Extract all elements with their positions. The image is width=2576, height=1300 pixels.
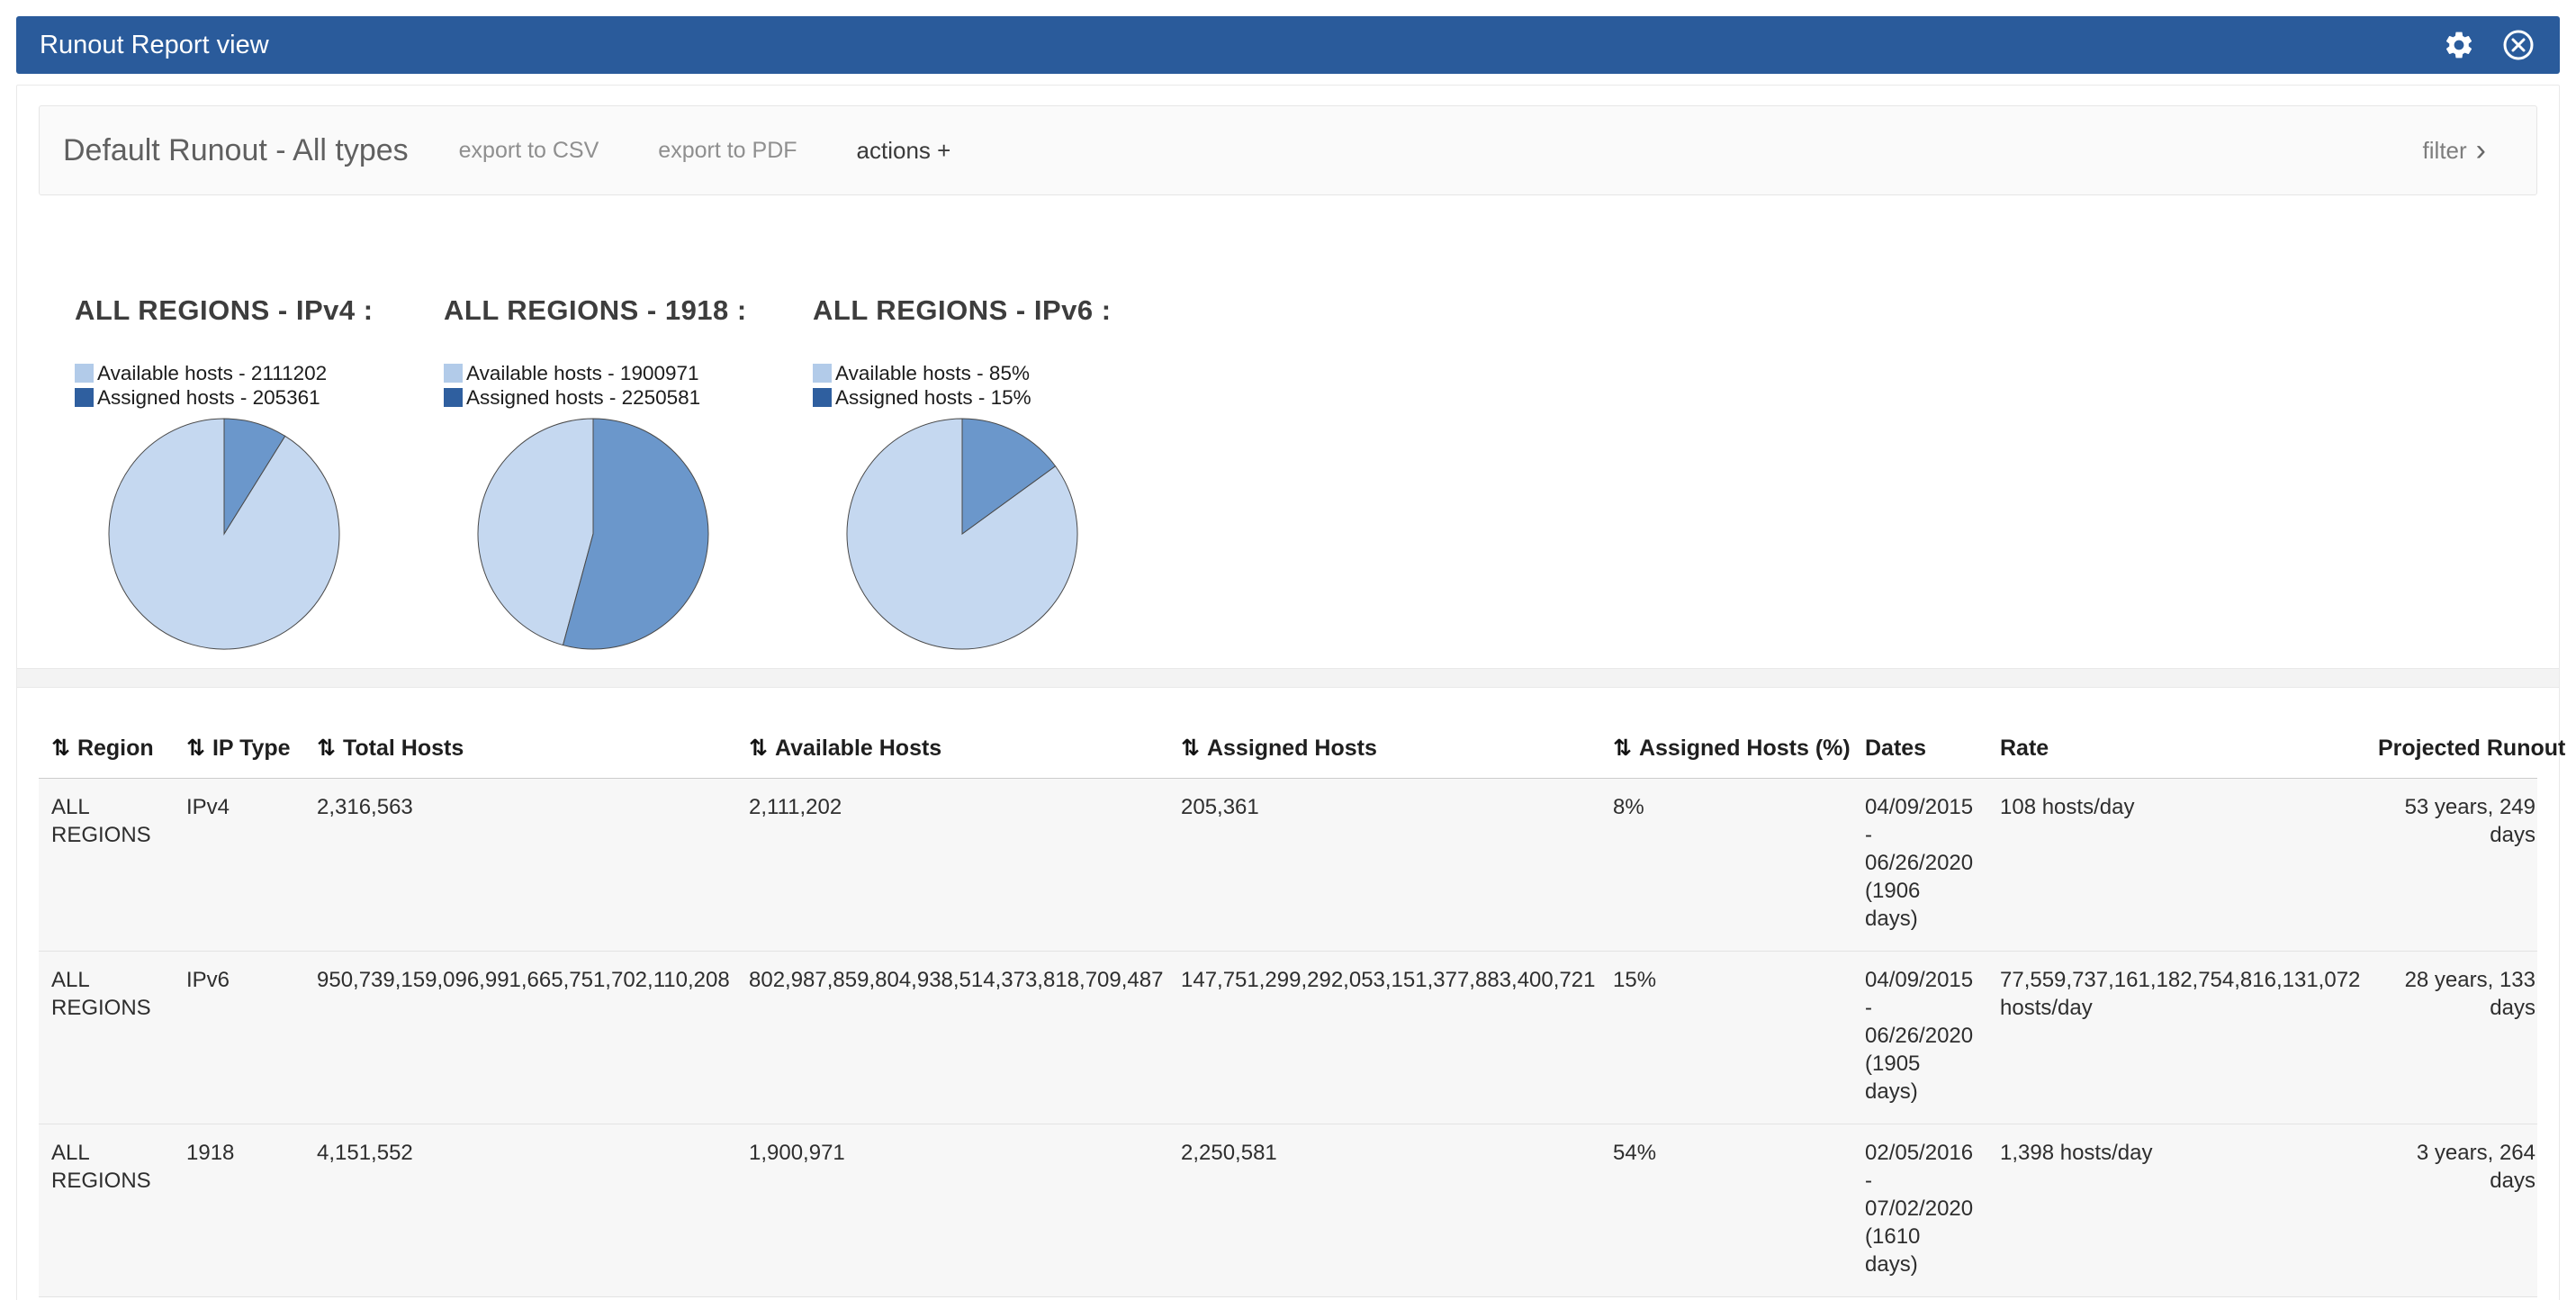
- legend-swatch-available: [444, 364, 463, 383]
- cell-region: ALL REGIONS: [39, 952, 174, 1124]
- cell-total-hosts: 2,316,563: [304, 779, 736, 952]
- cell-available-hosts: 1,900,971: [736, 1124, 1168, 1297]
- cell-available-hosts: 2,111,202: [736, 779, 1168, 952]
- legend-swatch-assigned: [813, 388, 832, 407]
- table-row: ALL REGIONS IPv4 2,316,563 2,111,202 205…: [39, 779, 2537, 952]
- content-panel: Default Runout - All types export to CSV…: [16, 85, 2560, 1300]
- legend-item: Available hosts - 1900971: [444, 361, 813, 385]
- cell-assigned-pct: 15%: [1600, 952, 1852, 1124]
- cell-region: ALL REGIONS: [39, 1124, 174, 1297]
- cell-projected-runout: 3 years, 264 days: [2365, 1124, 2537, 1297]
- legend-item: Available hosts - 85%: [813, 361, 1182, 385]
- legend-item: Assigned hosts - 15%: [813, 385, 1182, 410]
- legend-label: Assigned hosts - 205361: [97, 386, 320, 410]
- chart-legend: Available hosts - 85% Assigned hosts - 1…: [813, 361, 1182, 410]
- sort-icon[interactable]: ⇅: [749, 736, 768, 761]
- legend-label: Assigned hosts - 2250581: [466, 386, 700, 410]
- col-header-dates: Dates: [1852, 720, 1987, 779]
- window-title: Runout Report view: [40, 31, 269, 60]
- legend-label: Assigned hosts - 15%: [835, 386, 1031, 410]
- legend-label: Available hosts - 1900971: [466, 362, 699, 385]
- legend-item: Assigned hosts - 205361: [75, 385, 444, 410]
- pie-chart-ipv6: [845, 417, 1182, 651]
- cell-total-hosts: 4,151,552: [304, 1124, 736, 1297]
- gear-icon: [2443, 29, 2475, 61]
- chart-title: ALL REGIONS - IPv4 :: [75, 294, 444, 327]
- chart-title: ALL REGIONS - 1918 :: [444, 294, 813, 327]
- chart-legend: Available hosts - 1900971 Assigned hosts…: [444, 361, 813, 410]
- table-row: ALL REGIONS 1918 4,151,552 1,900,971 2,2…: [39, 1124, 2537, 1297]
- legend-label: Available hosts - 2111202: [97, 362, 327, 385]
- cell-rate: 1,398 hosts/day: [1987, 1124, 2365, 1297]
- col-header-total-hosts[interactable]: ⇅Total Hosts: [304, 720, 736, 779]
- export-pdf-link[interactable]: export to PDF: [658, 138, 797, 164]
- legend-swatch-assigned: [444, 388, 463, 407]
- charts-section: ALL REGIONS - IPv4 : Available hosts - 2…: [39, 294, 2537, 651]
- runout-report-window: Runout Report view Default Runout - All …: [16, 16, 2560, 1300]
- cell-total-hosts: 950,739,159,096,991,665,751,702,110,208: [304, 952, 736, 1124]
- settings-button[interactable]: [2441, 27, 2477, 63]
- pie-chart-ipv4: [107, 417, 444, 651]
- sort-icon[interactable]: ⇅: [1613, 736, 1632, 761]
- cell-dates: 02/05/2016 - 07/02/2020 (1610 days): [1852, 1124, 1987, 1297]
- cell-assigned-pct: 54%: [1600, 1124, 1852, 1297]
- report-toolbar: Default Runout - All types export to CSV…: [39, 105, 2537, 195]
- cell-available-hosts: 802,987,859,804,938,514,373,818,709,487: [736, 952, 1168, 1124]
- filter-label: filter: [2423, 137, 2467, 165]
- legend-item: Assigned hosts - 2250581: [444, 385, 813, 410]
- cell-dates: 04/09/2015 - 06/26/2020 (1906 days): [1852, 779, 1987, 952]
- chevron-right-icon: ›: [2476, 139, 2486, 162]
- pie-chart-1918: [476, 417, 813, 651]
- section-divider: [17, 668, 2559, 688]
- cell-dates: 04/09/2015 - 06/26/2020 (1905 days): [1852, 952, 1987, 1124]
- col-header-region[interactable]: ⇅Region: [39, 720, 174, 779]
- runout-table: ⇅Region ⇅IP Type ⇅Total Hosts ⇅Available…: [39, 720, 2537, 1297]
- cell-ip-type: IPv4: [174, 779, 304, 952]
- cell-projected-runout: 53 years, 249 days: [2365, 779, 2537, 952]
- cell-assigned-hosts: 147,751,299,292,053,151,377,883,400,721: [1168, 952, 1600, 1124]
- cell-rate: 77,559,737,161,182,754,816,131,072 hosts…: [1987, 952, 2365, 1124]
- cell-assigned-hosts: 205,361: [1168, 779, 1600, 952]
- col-header-rate: Rate: [1987, 720, 2365, 779]
- col-header-projected-runout: Projected Runout: [2365, 720, 2537, 779]
- table-row: ALL REGIONS IPv6 950,739,159,096,991,665…: [39, 952, 2537, 1124]
- col-header-assigned-pct[interactable]: ⇅Assigned Hosts (%): [1600, 720, 1852, 779]
- col-header-assigned-hosts[interactable]: ⇅Assigned Hosts: [1168, 720, 1600, 779]
- filter-button[interactable]: filter ›: [2423, 137, 2486, 165]
- table-header-row: ⇅Region ⇅IP Type ⇅Total Hosts ⇅Available…: [39, 720, 2537, 779]
- cell-projected-runout: 28 years, 133 days: [2365, 952, 2537, 1124]
- col-header-ip-type[interactable]: ⇅IP Type: [174, 720, 304, 779]
- cell-ip-type: 1918: [174, 1124, 304, 1297]
- actions-button[interactable]: actions +: [857, 137, 951, 165]
- col-header-available-hosts[interactable]: ⇅Available Hosts: [736, 720, 1168, 779]
- legend-swatch-available: [813, 364, 832, 383]
- close-icon: [2502, 29, 2535, 61]
- cell-assigned-pct: 8%: [1600, 779, 1852, 952]
- report-title: Default Runout - All types: [63, 133, 409, 168]
- legend-label: Available hosts - 85%: [835, 362, 1030, 385]
- chart-block-1918: ALL REGIONS - 1918 : Available hosts - 1…: [444, 294, 813, 651]
- chart-block-ipv4: ALL REGIONS - IPv4 : Available hosts - 2…: [75, 294, 444, 651]
- sort-icon[interactable]: ⇅: [186, 736, 205, 761]
- chart-legend: Available hosts - 2111202 Assigned hosts…: [75, 361, 444, 410]
- cell-ip-type: IPv6: [174, 952, 304, 1124]
- sort-icon[interactable]: ⇅: [317, 736, 336, 761]
- legend-swatch-available: [75, 364, 94, 383]
- close-button[interactable]: [2500, 27, 2536, 63]
- title-bar: Runout Report view: [16, 16, 2560, 74]
- export-csv-link[interactable]: export to CSV: [459, 138, 599, 164]
- legend-item: Available hosts - 2111202: [75, 361, 444, 385]
- cell-assigned-hosts: 2,250,581: [1168, 1124, 1600, 1297]
- sort-icon[interactable]: ⇅: [1181, 736, 1200, 761]
- sort-icon[interactable]: ⇅: [51, 736, 70, 761]
- chart-block-ipv6: ALL REGIONS - IPv6 : Available hosts - 8…: [813, 294, 1182, 651]
- chart-title: ALL REGIONS - IPv6 :: [813, 294, 1182, 327]
- legend-swatch-assigned: [75, 388, 94, 407]
- cell-region: ALL REGIONS: [39, 779, 174, 952]
- cell-rate: 108 hosts/day: [1987, 779, 2365, 952]
